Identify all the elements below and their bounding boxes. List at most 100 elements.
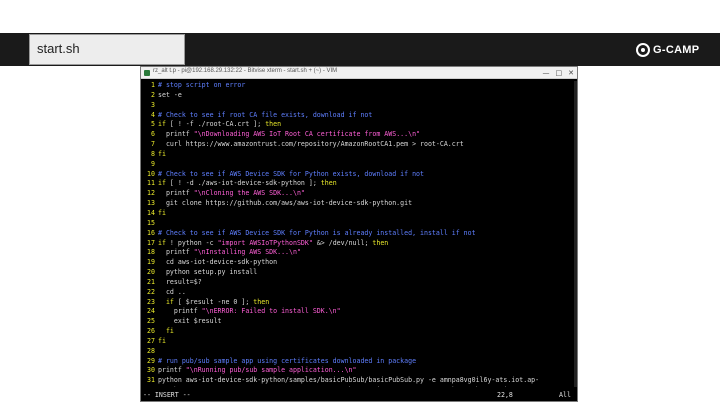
line-number: 6 (151, 130, 155, 139)
code-line[interactable]: 14 fi (141, 209, 577, 219)
window-controls: — □ ✕ (543, 68, 575, 78)
gcamp-logo: G-CAMP (636, 42, 699, 58)
code-token: exit $result (158, 317, 222, 326)
line-number: 21 (147, 277, 155, 286)
code-token: # stop script on error (158, 81, 246, 89)
line-number: 27 (147, 336, 155, 345)
code-token: [ ! -d ./aws-iot-device-sdk-python ]; (165, 179, 321, 188)
code-token: if (158, 179, 166, 188)
code-line[interactable]: 8 fi (141, 150, 577, 160)
code-line[interactable]: 22 cd .. (141, 288, 577, 298)
vim-status-line: -- INSERT -- 22,8 All (141, 390, 577, 401)
code-line[interactable]: 11 if [ ! -d ./aws-iot-device-sdk-python … (141, 179, 577, 189)
code-token: ! python -c (165, 238, 218, 247)
code-line[interactable]: 1 # stop script on error (141, 81, 577, 91)
code-token: &> /dev/null; (312, 238, 373, 247)
code-line[interactable]: 12 printf "\nCloning the AWS SDK...\n" (141, 189, 577, 199)
code-line[interactable]: 25 exit $result (141, 317, 577, 327)
line-number: 28 (147, 346, 155, 355)
code-token: printf (158, 189, 194, 198)
line-number: 5 (151, 120, 155, 129)
code-token: "import AWSIoTPythonSDK" (217, 238, 313, 247)
code-line[interactable]: 5 if [ ! -f ./root-CA.crt ]; then (141, 120, 577, 130)
code-line[interactable]: 19 cd aws-iot-device-sdk-python (141, 258, 577, 268)
line-number: 29 (147, 356, 155, 365)
code-line[interactable]: 26 fi (141, 327, 577, 337)
code-line[interactable]: 15 (141, 219, 577, 229)
vim-mode: -- INSERT -- (143, 391, 191, 399)
code-line[interactable]: 31 python aws-iot-device-sdk-python/sampl… (141, 376, 577, 386)
line-number: 20 (147, 268, 155, 277)
code-token: # Check to see if AWS Device SDK for Pyt… (158, 228, 476, 237)
code-token: printf (158, 366, 186, 375)
code-line[interactable]: 24 printf "\nERROR: Failed to install SD… (141, 307, 577, 317)
code-token: "\nCloning the AWS SDK...\n" (193, 189, 305, 198)
line-number: 11 (147, 179, 155, 188)
code-line[interactable]: 23 if [ $result -ne 0 ]; then (141, 298, 577, 308)
code-token: "\nERROR: Failed to install SDK.\n" (201, 307, 341, 316)
line-number: 12 (147, 189, 155, 198)
code-token: result=$? (158, 277, 202, 286)
code-token: cd aws-iot-device-sdk-python (158, 258, 278, 267)
vim-editor-buffer[interactable]: 1 # stop script on error 2 set -e 3 4 # Check … (141, 81, 577, 387)
code-line[interactable]: 2 set -e (141, 91, 577, 101)
cursor-position: 22,8 (497, 391, 513, 399)
code-line[interactable]: 21 result=$? (141, 278, 577, 288)
code-token: fi (158, 149, 166, 158)
line-number: 24 (147, 307, 155, 316)
code-line[interactable]: 7 curl https://www.amazontrust.com/repos… (141, 140, 577, 150)
code-line[interactable]: 16 # Check to see if AWS Device SDK for P… (141, 229, 577, 239)
line-number: 22 (147, 287, 155, 296)
code-token: printf (158, 130, 194, 139)
code-line[interactable]: 28 (141, 347, 577, 357)
minimize-icon[interactable]: — (543, 68, 550, 78)
code-token: if (158, 238, 166, 247)
code-line[interactable]: 10 # Check to see if AWS Device SDK for P… (141, 170, 577, 180)
code-line[interactable]: 17 if ! python -c "import AWSIoTPythonSDK… (141, 239, 577, 249)
line-number: 19 (147, 258, 155, 267)
code-line[interactable]: 18 printf "\nInstalling AWS SDK...\n" (141, 248, 577, 258)
code-token: if (158, 120, 166, 129)
maximize-icon[interactable]: □ (556, 68, 563, 78)
code-line[interactable]: 3 (141, 101, 577, 111)
terminal-app-icon (144, 70, 150, 76)
line-number: 3 (151, 100, 155, 109)
code-line[interactable]: northeast-2.amazonaws.com -r root-CA.crt… (141, 386, 577, 387)
code-line[interactable]: 4 # Check to see if root CA file exists, … (141, 111, 577, 121)
line-number: 2 (151, 90, 155, 99)
code-line[interactable]: 27 fi (141, 337, 577, 347)
window-titlebar[interactable]: rz_alt t.p - pi@192.168.29.132:22 - Bitv… (141, 67, 577, 79)
slide-title: start.sh (37, 41, 80, 56)
code-line[interactable]: 6 printf "\nDownloading AWS IoT Root CA … (141, 130, 577, 140)
line-number: 31 (147, 376, 155, 385)
line-number: 18 (147, 248, 155, 257)
code-token: if (158, 297, 174, 306)
code-token: # Check to see if root CA file exists, d… (158, 110, 373, 119)
line-number: 1 (151, 81, 155, 89)
code-token: fi (158, 336, 166, 345)
code-token: git clone https://github.com/aws/aws-iot… (158, 199, 413, 208)
close-icon[interactable]: ✕ (568, 68, 574, 78)
code-line[interactable]: 9 (141, 160, 577, 170)
code-token: python setup.py install (158, 268, 258, 277)
code-line[interactable]: 30 printf "\nRunning pub/sub sample appli… (141, 366, 577, 376)
code-line[interactable]: 20 python setup.py install (141, 268, 577, 278)
line-number: 25 (147, 317, 155, 326)
code-token: [ ! -f ./root-CA.crt ]; (165, 120, 266, 129)
code-token: curl https://www.amazontrust.com/reposit… (158, 140, 464, 149)
gcamp-logo-icon (636, 43, 650, 57)
line-number: 7 (151, 140, 155, 149)
line-number: 26 (147, 327, 155, 336)
line-number: 10 (147, 169, 155, 178)
code-line[interactable]: 13 git clone https://github.com/aws/aws-… (141, 199, 577, 209)
line-number: 17 (147, 238, 155, 247)
vim-terminal-window[interactable]: rz_alt t.p - pi@192.168.29.132:22 - Bitv… (140, 66, 578, 402)
code-token: python aws-iot-device-sdk-python/samples… (158, 376, 540, 385)
code-token: set -e (158, 90, 182, 99)
code-token: then (253, 297, 270, 306)
code-line[interactable]: 29 # run pub/sub sample app using certifi… (141, 357, 577, 367)
line-number: 13 (147, 199, 155, 208)
line-number: 9 (151, 159, 155, 168)
line-number: 16 (147, 228, 155, 237)
scrollbar[interactable] (574, 81, 577, 387)
